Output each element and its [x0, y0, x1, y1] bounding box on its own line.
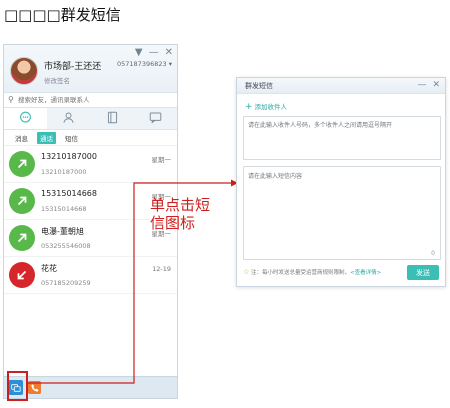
search-icon: ⚲ [8, 95, 14, 104]
group-sms-window: 群发短信 — ✕ +添加收件人 0 ☆ 注：每小时发送总量受运营商规则限制，<查… [236, 77, 446, 287]
outgoing-call-icon [9, 225, 35, 251]
contact-number: 15315014668 [41, 205, 87, 213]
recipients-field[interactable] [243, 116, 441, 160]
contact-time: 星期一 [151, 156, 172, 164]
sms-content-field[interactable] [243, 166, 441, 260]
phone-icon [30, 383, 38, 392]
outgoing-call-icon [9, 151, 35, 177]
sms-note: ☆ 注：每小时发送总量受运营商规则限制，<查看详情> [243, 268, 381, 276]
list-item[interactable]: 花花 057185209259 12-19 [4, 257, 177, 294]
list-item[interactable]: 13210187000 13210187000 星期一 [4, 146, 177, 183]
subtab-messages[interactable]: 消息 [12, 132, 31, 144]
minimize-icon[interactable]: — [149, 47, 159, 58]
add-recipient-label: 添加收件人 [254, 103, 288, 111]
tab-messages[interactable] [4, 108, 48, 129]
contact-name: 花花 [41, 264, 57, 273]
subtab-sms[interactable]: 短信 [62, 132, 81, 144]
edit-signature-link[interactable]: 修改签名 [44, 75, 70, 85]
call-button[interactable] [28, 381, 41, 394]
contact-time: 12-19 [152, 265, 171, 273]
sub-tabs: 消息 通话 短信 [4, 130, 177, 146]
contact-number: 057185209259 [41, 279, 91, 287]
sms-window-title: 群发短信 [245, 82, 273, 90]
contact-number: 13210187000 [41, 168, 87, 176]
send-button[interactable]: 发送 [407, 265, 439, 280]
main-tabs [4, 108, 177, 130]
tab-address-book[interactable] [91, 108, 134, 129]
sms-titlebar: 群发短信 — ✕ [237, 78, 445, 94]
chat-bubble-icon [19, 109, 32, 128]
dropdown-icon[interactable]: ▼ [135, 47, 143, 58]
minimize-icon[interactable]: — [417, 80, 426, 90]
user-phone-selector[interactable]: 057187396823 ▾ [117, 60, 172, 68]
contact-name: 15315014668 [41, 189, 97, 198]
outgoing-call-icon [9, 188, 35, 214]
star-icon: ☆ [243, 268, 250, 276]
user-name: 市场部-王还还 [44, 62, 102, 72]
contact-number: 053255546008 [41, 242, 91, 250]
note-text: 注：每小时发送总量受运营商规则限制， [251, 270, 351, 276]
incoming-call-icon [9, 262, 35, 288]
sms-window-controls: — ✕ [417, 80, 440, 90]
char-count: 0 [431, 250, 435, 257]
close-icon[interactable]: ✕ [432, 80, 440, 90]
page-heading: □□□□群发短信 [4, 6, 121, 24]
sms-button-highlight [7, 371, 28, 401]
tab-contacts[interactable] [47, 108, 90, 129]
details-link[interactable]: <查看详情> [350, 270, 381, 276]
subtab-calls[interactable]: 通话 [37, 131, 56, 144]
address-book-icon [106, 109, 119, 128]
contact-name: 电瀑-董朝旭 [41, 227, 84, 236]
plus-icon: + [245, 102, 253, 112]
person-icon [62, 109, 75, 128]
panel-header: ▼ — ✕ 市场部-王还还 057187396823 ▾ 修改签名 [4, 45, 177, 93]
avatar[interactable] [10, 57, 38, 85]
window-controls: ▼ — ✕ [135, 47, 173, 58]
tab-message-window[interactable] [134, 108, 177, 129]
search-bar: ⚲ [4, 93, 177, 108]
panel-footer [4, 376, 177, 398]
message-window-icon [149, 109, 162, 128]
close-icon[interactable]: ✕ [165, 47, 173, 58]
add-recipient-link[interactable]: + 添加收件人 [245, 101, 287, 112]
annotation-text: 单点击短信图标 [150, 196, 211, 232]
contact-name: 13210187000 [41, 152, 97, 161]
search-input[interactable] [18, 94, 168, 106]
